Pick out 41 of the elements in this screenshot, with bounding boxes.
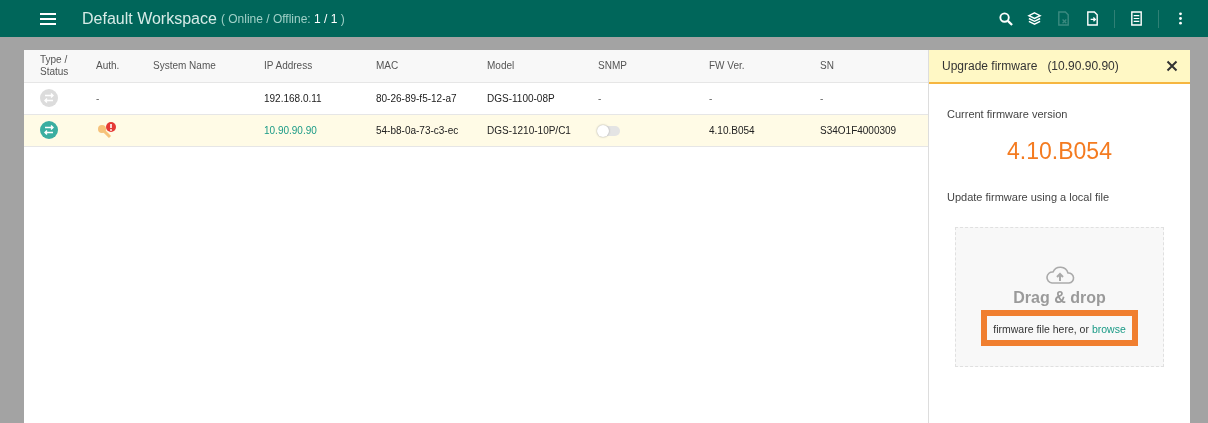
panel-title: Upgrade firmware <box>942 59 1038 73</box>
table-cell-text: DGS-1100-08P <box>487 93 556 104</box>
drop-zone[interactable]: Drag & drop firmware file here, or browse <box>955 227 1164 367</box>
table-cell-text: - <box>820 93 825 104</box>
close-icon[interactable] <box>1166 60 1178 72</box>
cloud-upload-icon <box>1043 264 1076 285</box>
table-cell: - <box>96 93 100 104</box>
table-cell-text: DGS-1210-10P/C1 <box>487 125 572 136</box>
upload-hint: firmware file here, or browse <box>993 322 1126 335</box>
table-cell-text: 4.10.B054 <box>709 125 756 136</box>
column-header: IP Address <box>264 60 314 72</box>
column-header: Auth. <box>96 60 121 72</box>
key-alert-icon <box>96 120 118 139</box>
update-label: Update firmware using a local file <box>947 191 1111 203</box>
menu-icon[interactable] <box>38 10 58 27</box>
column-header: SN <box>820 60 835 72</box>
panel-subtitle: (10.90.90.90) <box>1047 59 1119 73</box>
firmware-version: 4.10.B054 <box>1006 138 1113 165</box>
device-row[interactable]: 10.90.90.90 54-b8-0a-73-c3-ec DGS-1210-10P/C1 4.10.B054 S34O1F4000309 <box>24 115 928 147</box>
table-cell-text: S34O1F4000309 <box>820 125 898 136</box>
stack-icon[interactable] <box>1027 11 1042 26</box>
column-header: MAC <box>376 60 400 72</box>
table-cell-text: - <box>709 93 714 104</box>
search-icon[interactable] <box>998 11 1013 26</box>
workspace-title: Default Workspace <box>82 9 217 28</box>
column-header: Type / Status <box>40 54 70 78</box>
table-cell-text: 80-26-89-f5-12-a7 <box>376 93 458 104</box>
column-header: Model <box>487 60 516 72</box>
table-cell-text: 192.168.0.11 <box>264 93 323 104</box>
current-version-label: Current firmware version <box>947 108 1069 120</box>
snmp-toggle[interactable] <box>598 125 620 136</box>
drop-title: Drag & drop <box>1013 288 1106 307</box>
table-cell-text: 54-b8-0a-73-c3-ec <box>376 125 460 136</box>
column-header: System Name <box>153 60 217 72</box>
table-cell: - <box>598 93 602 104</box>
list-document-icon[interactable] <box>1129 11 1144 26</box>
online-status: ( Online / Offline: 1 / 1 ) <box>220 11 345 26</box>
table-cell-text: 10.90.90.90 <box>264 125 318 136</box>
column-header: SNMP <box>598 60 628 72</box>
column-header: FW Ver. <box>709 60 746 72</box>
document-arrow-icon[interactable] <box>1085 11 1100 26</box>
